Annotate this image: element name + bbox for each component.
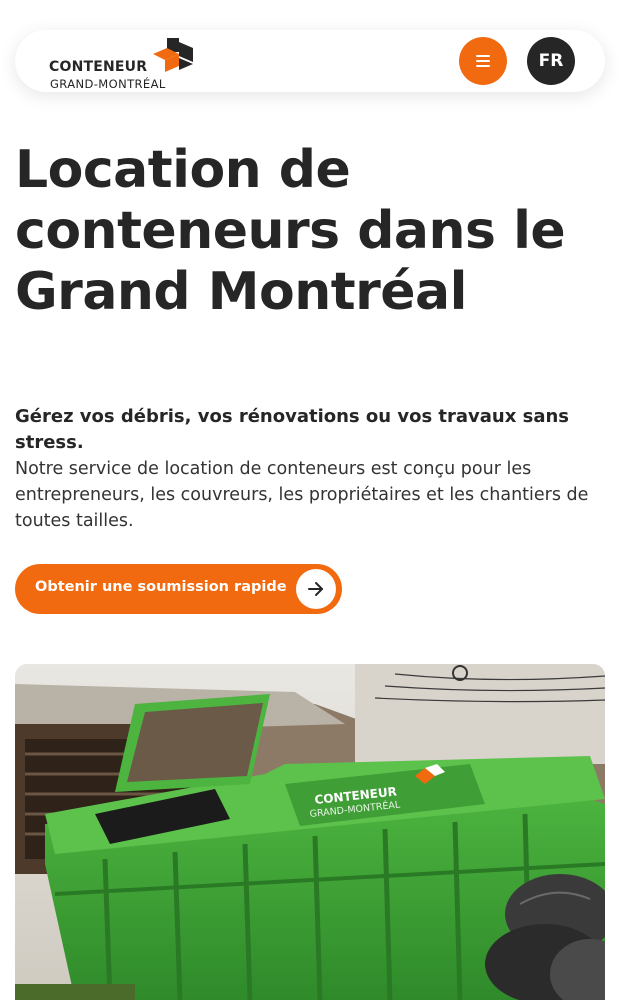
hamburger-icon — [476, 55, 490, 67]
logo-wordmark: CONTENEUR — [49, 59, 148, 75]
hero-description: Notre service de location de conteneurs … — [15, 459, 589, 531]
logo-mark-icon — [153, 38, 193, 72]
hero-lead: Gérez vos débris, vos rénovations ou vos… — [15, 406, 570, 453]
dumpster-illustration: CONTENEUR GRAND-MONTRÉAL — [15, 664, 605, 1000]
site-logo[interactable]: CONTENEUR GRAND-MONTRÉAL — [49, 36, 229, 91]
quote-cta-label: Obtenir une soumission rapide — [35, 579, 287, 595]
arrow-right-icon — [296, 569, 336, 609]
logo-subtitle: GRAND-MONTRÉAL — [50, 77, 166, 91]
quote-cta-button[interactable]: Obtenir une soumission rapide — [15, 564, 342, 614]
page-title: Location de conteneurs dans le Grand Mon… — [15, 140, 566, 322]
header-navbar: CONTENEUR GRAND-MONTRÉAL FR — [15, 30, 605, 92]
hero-photo-dumpster: CONTENEUR GRAND-MONTRÉAL — [15, 664, 605, 1000]
language-toggle[interactable]: FR — [527, 37, 575, 85]
menu-button[interactable] — [459, 37, 507, 85]
